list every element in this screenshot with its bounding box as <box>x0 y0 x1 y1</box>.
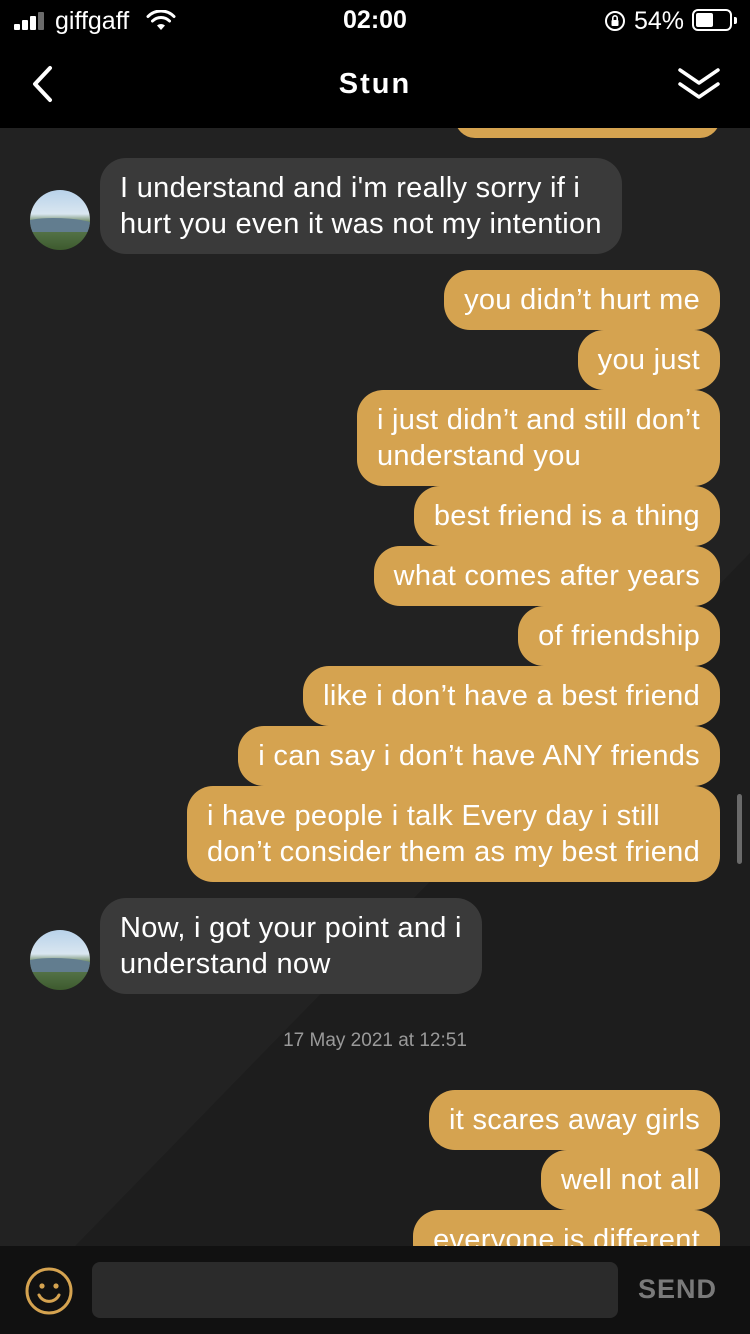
message-bubble-outgoing: i have people i talk Every day i still do… <box>186 786 720 882</box>
message-bubble-outgoing: i can say i don’t have ANY friends <box>238 726 720 786</box>
contact-name[interactable]: Stun <box>0 68 750 101</box>
avatar[interactable] <box>30 190 90 250</box>
message-timestamp: 17 May 2021 at 12:51 <box>283 1030 467 1051</box>
status-bar: giffgaff 02:00 54% <box>0 0 750 42</box>
message-bubble-outgoing: you didn’t hurt me <box>444 270 720 330</box>
double-chevron-down-icon[interactable] <box>676 64 722 104</box>
message-bubble-outgoing: i just didn’t and still don’t understand … <box>356 390 720 486</box>
avatar[interactable] <box>30 930 90 990</box>
message-bubble-partial <box>455 128 720 138</box>
battery-percent: 54% <box>634 7 685 35</box>
message-bubble-outgoing: everyone is different <box>413 1210 720 1246</box>
message-bubble-incoming: I understand and i'm really sorry if i hu… <box>100 158 622 254</box>
rotation-lock-icon <box>605 11 625 31</box>
composer-bar: SEND <box>0 1246 750 1334</box>
scrollbar[interactable] <box>737 794 742 864</box>
battery-icon <box>692 9 737 31</box>
message-list[interactable]: I understand and i'm really sorry if i hu… <box>0 128 750 1246</box>
chat-header: Stun <box>0 42 750 128</box>
message-input[interactable] <box>92 1262 618 1318</box>
message-bubble-outgoing: what comes after years <box>373 546 720 606</box>
message-bubble-outgoing: you just <box>577 330 720 390</box>
message-bubble-outgoing: like i don’t have a best friend <box>303 666 720 726</box>
message-bubble-outgoing: it scares away girls <box>429 1090 720 1150</box>
send-button[interactable]: SEND <box>638 1274 717 1305</box>
message-bubble-incoming: Now, i got your point and i understand no… <box>100 898 482 994</box>
smiley-face-icon[interactable] <box>24 1266 74 1316</box>
message-bubble-outgoing: of friendship <box>518 606 720 666</box>
message-bubble-outgoing: best friend is a thing <box>413 486 720 546</box>
message-bubble-outgoing: well not all <box>541 1150 720 1210</box>
